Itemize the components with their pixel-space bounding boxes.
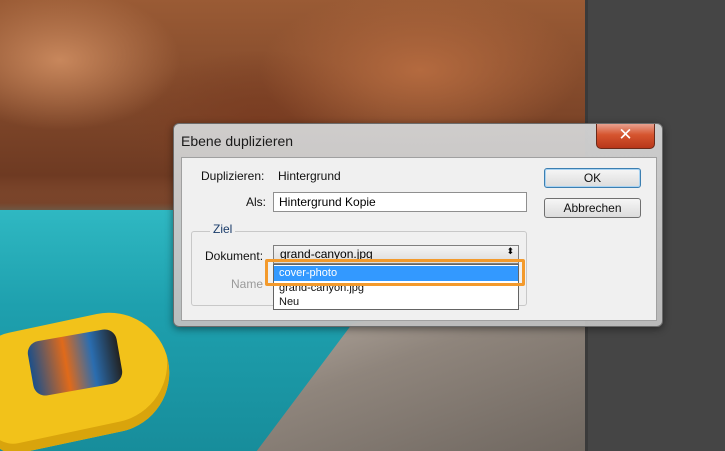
name-label: Name (231, 277, 264, 291)
ok-button[interactable]: OK (544, 168, 641, 188)
dialog-titlebar[interactable]: Ebene duplizieren ✕ (174, 124, 662, 154)
select-arrows-icon: ⬍ (506, 247, 514, 257)
destination-group-label: Ziel (210, 222, 236, 236)
dialog-title: Ebene duplizieren (181, 133, 294, 149)
as-label: Als: (246, 195, 267, 209)
duplicate-value: Hintergrund (278, 169, 341, 183)
dropdown-option-neu[interactable]: Neu (274, 295, 518, 310)
duplicate-label: Duplizieren: (201, 169, 265, 183)
close-button[interactable]: ✕ (596, 124, 655, 149)
cancel-button[interactable]: Abbrechen (544, 198, 641, 218)
as-name-input[interactable]: Hintergrund Kopie (273, 192, 527, 212)
document-label: Dokument: (205, 249, 264, 263)
close-icon: ✕ (618, 125, 633, 145)
highlight-annotation-box (265, 259, 525, 286)
